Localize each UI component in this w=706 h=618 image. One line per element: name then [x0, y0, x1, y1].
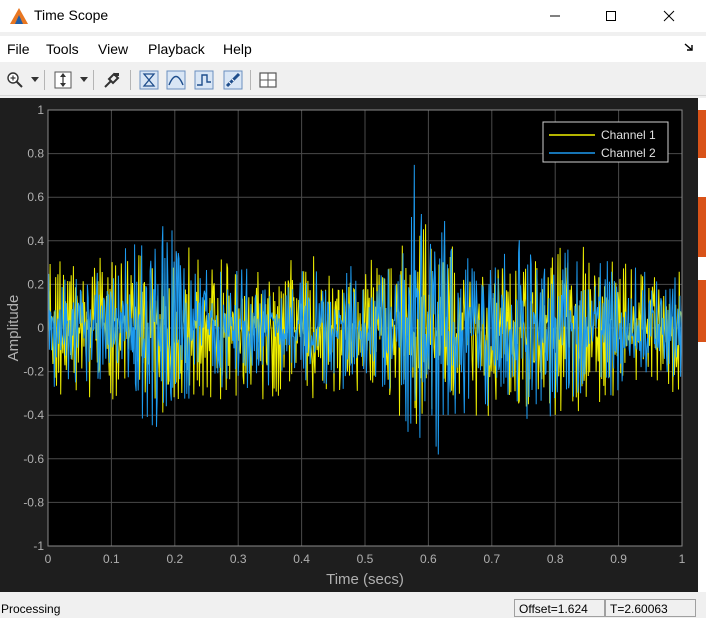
y-tick-label: 0 — [37, 321, 44, 335]
menu-tools[interactable]: Tools — [46, 41, 79, 57]
zoom-in-icon — [7, 72, 23, 88]
zoom-button[interactable] — [4, 69, 26, 91]
signal-statistics-button[interactable] — [193, 69, 215, 91]
y-tick-label: -0.6 — [23, 452, 44, 466]
close-button[interactable] — [640, 0, 698, 32]
status-offset: Offset=1.624 — [514, 599, 605, 617]
x-tick-label: 0.5 — [357, 552, 374, 566]
toolbar-separator — [93, 70, 94, 90]
legend-label-channel-1: Channel 1 — [601, 128, 656, 142]
x-tick-label: 0.6 — [420, 552, 437, 566]
menu-help[interactable]: Help — [223, 41, 252, 57]
legend: Channel 1 Channel 2 — [542, 121, 669, 163]
side-tab-2[interactable] — [698, 197, 706, 257]
y-tick-label: 0.2 — [27, 277, 44, 291]
scope-display: 0 0.1 0.2 0.3 0.4 0.5 0.6 0.7 0.8 0.9 1 1 0.8 0.6 0.4 0… — [0, 98, 706, 592]
triggers-button[interactable] — [138, 69, 160, 91]
signal-statistics-icon — [194, 70, 214, 90]
layout-button[interactable] — [257, 69, 279, 91]
maximize-icon — [606, 11, 616, 21]
x-tick-label: 0.9 — [610, 552, 627, 566]
peak-finder-icon — [223, 70, 243, 90]
menu-view[interactable]: View — [98, 41, 128, 57]
status-text: Processing — [1, 602, 61, 616]
peak-finder-button[interactable] — [222, 69, 244, 91]
scale-dropdown-icon[interactable] — [80, 77, 88, 83]
x-axis-label: Time (secs) — [326, 571, 404, 588]
legend-label-channel-2: Channel 2 — [601, 146, 656, 160]
dock-arrow-icon[interactable] — [684, 42, 694, 52]
scale-axes-icon — [54, 71, 72, 89]
toolbar — [0, 64, 706, 96]
toolbar-separator — [44, 70, 45, 90]
maximize-button[interactable] — [582, 0, 640, 32]
menu-file[interactable]: File — [7, 41, 30, 57]
menu-bar: File Tools View Playback Help — [0, 36, 706, 62]
y-axis-label: Amplitude — [5, 295, 22, 362]
menu-playback[interactable]: Playback — [148, 41, 205, 57]
scale-axes-button[interactable] — [52, 69, 74, 91]
side-tab-1[interactable] — [698, 110, 706, 158]
cursor-measurements-button[interactable] — [165, 69, 187, 91]
x-tick-label: 0.8 — [547, 552, 564, 566]
side-panel-strip — [698, 98, 706, 592]
close-icon — [663, 10, 675, 22]
y-tick-label: 0.6 — [27, 190, 44, 204]
y-tick-label: 0.4 — [27, 234, 44, 248]
y-tick-label: 0.8 — [27, 147, 44, 161]
status-bar: Processing Offset=1.624 T=2.60063 — [0, 597, 706, 618]
y-tick-label: -1 — [33, 539, 44, 553]
side-tab-3[interactable] — [698, 280, 706, 342]
y-tick-label: -0.2 — [23, 365, 44, 379]
y-tick-label: -0.4 — [23, 408, 44, 422]
x-tick-label: 0.7 — [483, 552, 500, 566]
y-tick-label: -0.8 — [23, 495, 44, 509]
scope-plot[interactable]: 0 0.1 0.2 0.3 0.4 0.5 0.6 0.7 0.8 0.9 1 1 0.8 0.6 0.4 0… — [0, 98, 706, 592]
x-tick-label: 0.3 — [230, 552, 247, 566]
layout-icon — [259, 72, 277, 88]
x-tick-label: 0.1 — [103, 552, 120, 566]
minimize-button[interactable] — [526, 0, 584, 32]
matlab-logo-icon — [10, 8, 28, 24]
configuration-properties-button[interactable] — [101, 69, 123, 91]
title-bar: Time Scope — [0, 0, 706, 32]
toolbar-separator — [130, 70, 131, 90]
zoom-dropdown-icon[interactable] — [31, 77, 39, 83]
status-time: T=2.60063 — [605, 599, 696, 617]
x-tick-label: 1 — [679, 552, 686, 566]
x-tick-label: 0.2 — [166, 552, 183, 566]
x-tick-label: 0 — [45, 552, 52, 566]
trigger-triggers-icon — [139, 70, 159, 90]
configuration-properties-icon — [104, 72, 120, 88]
y-tick-label: 1 — [37, 103, 44, 117]
toolbar-separator — [250, 70, 251, 90]
window-title: Time Scope — [34, 7, 109, 23]
cursor-measurements-icon — [166, 70, 186, 90]
x-tick-label: 0.4 — [293, 552, 310, 566]
minimize-icon — [550, 15, 560, 17]
